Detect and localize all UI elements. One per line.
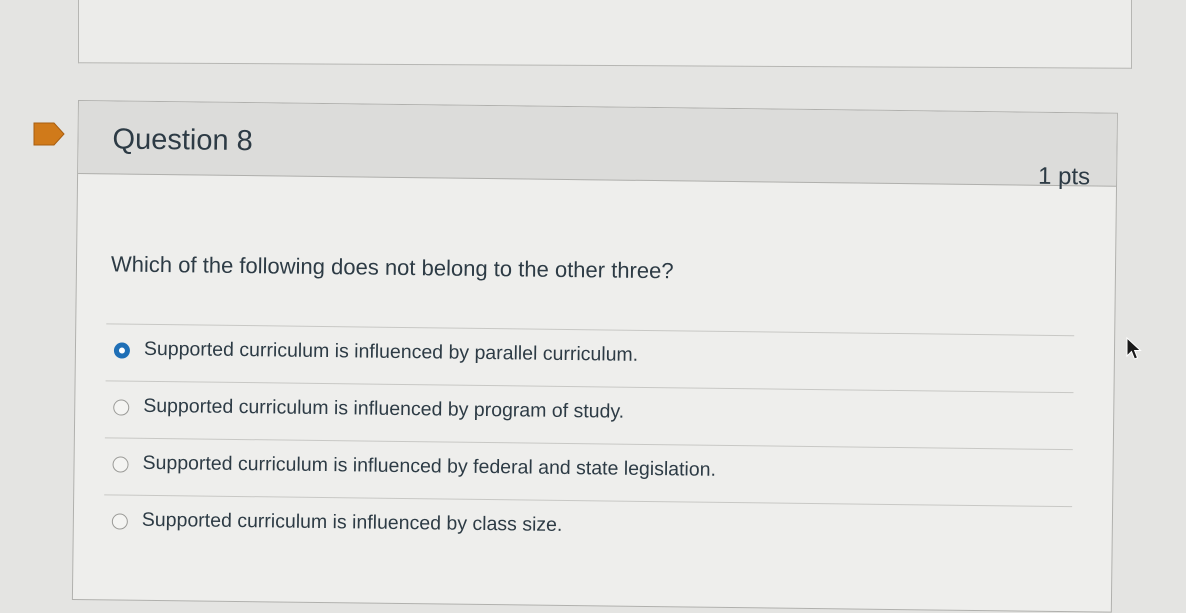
answer-label[interactable]: Supported curriculum is influenced by cl… [142,509,563,537]
radio-button[interactable] [113,399,130,416]
answer-list: Supported curriculum is influenced by pa… [103,323,1075,564]
mouse-pointer-icon [1126,336,1142,360]
previous-question-card [78,0,1132,69]
question-title: Question 8 [112,123,253,158]
radio-button[interactable] [111,513,128,530]
radio-button[interactable] [112,456,129,473]
question-header: Question 8 1 pts [78,101,1117,190]
answer-label[interactable]: Supported curriculum is influenced by pa… [144,338,638,367]
flag-icon[interactable] [32,121,66,147]
question-points: 1 pts [1037,162,1091,191]
answer-option[interactable]: Supported curriculum is influenced by cl… [103,494,1073,564]
question-text: Which of the following does not belong t… [110,251,674,284]
question-card: Question 8 1 pts Which of the following … [71,100,1118,613]
radio-button-selected[interactable] [113,342,131,359]
answer-label[interactable]: Supported curriculum is influenced by pr… [143,395,624,424]
answer-label[interactable]: Supported curriculum is influenced by fe… [142,452,716,482]
